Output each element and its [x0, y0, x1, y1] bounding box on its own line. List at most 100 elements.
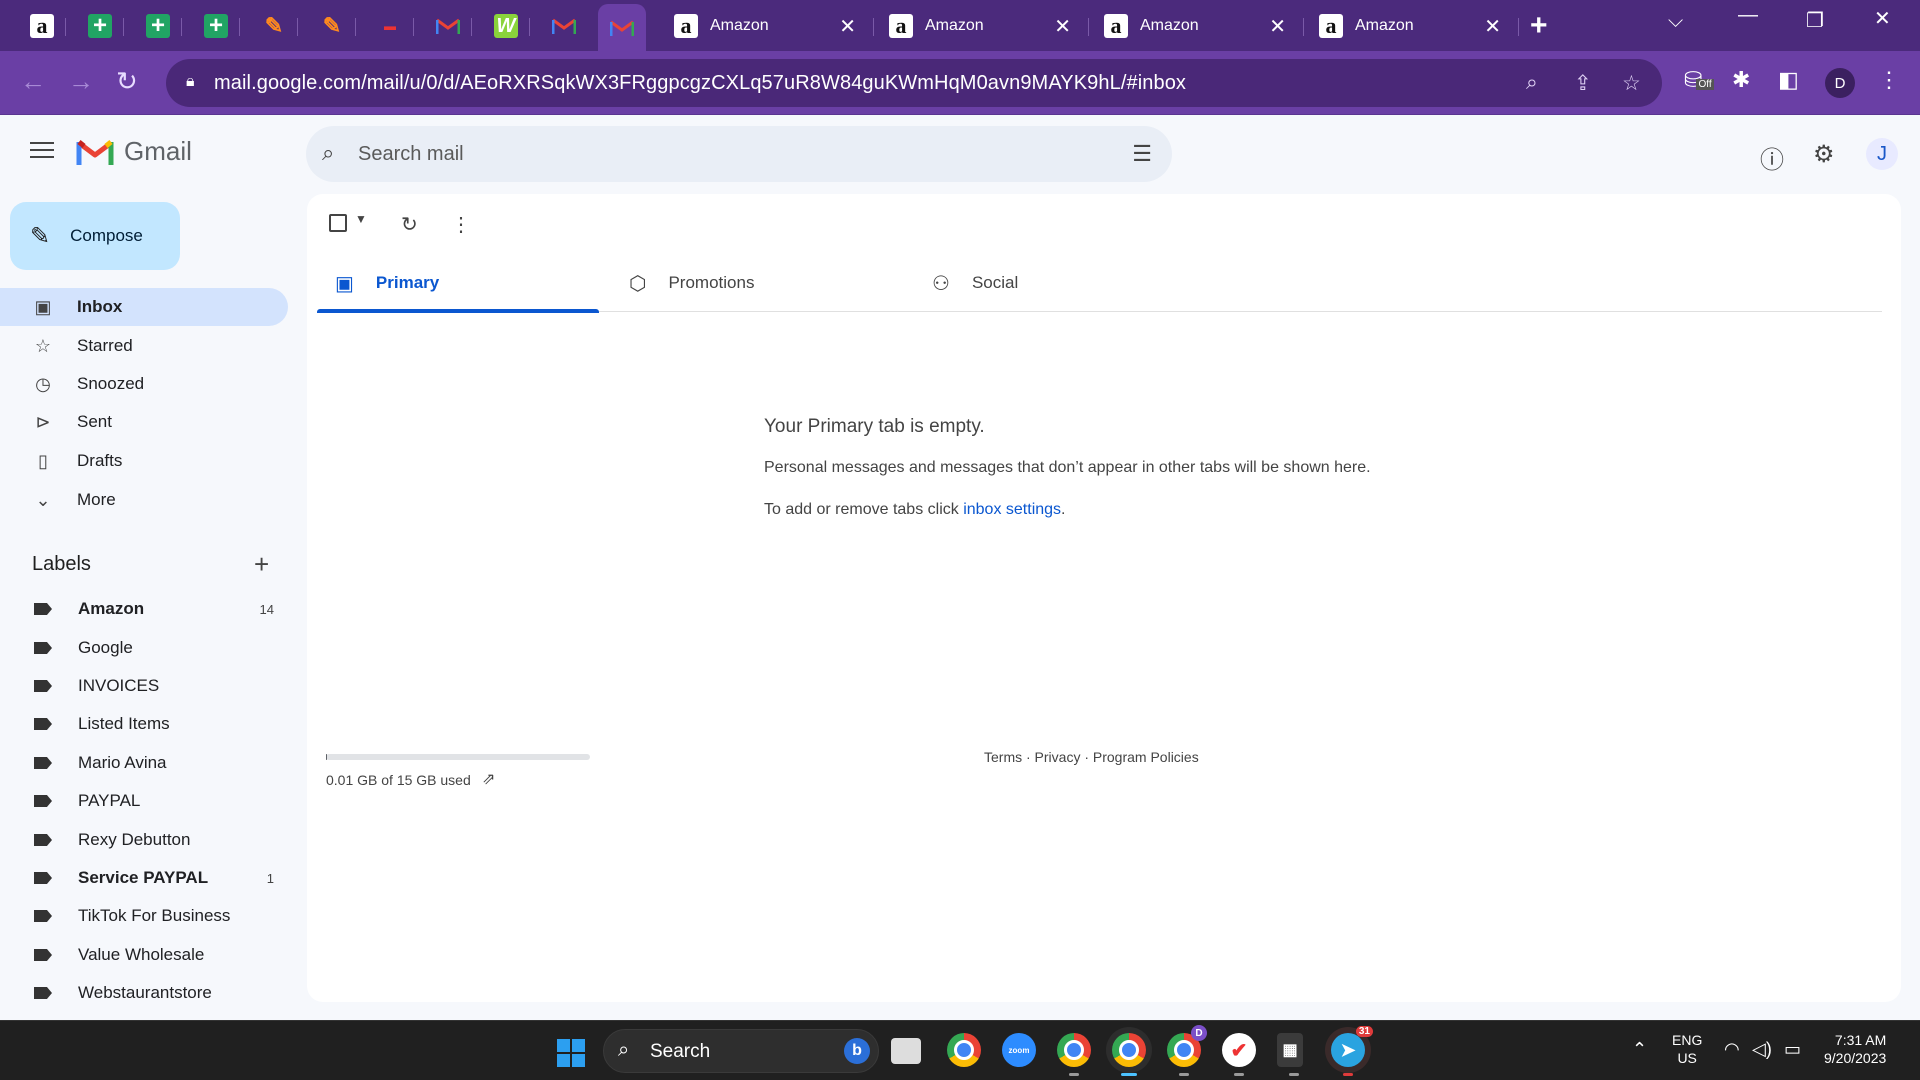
extension-off-icon[interactable]: ⛁Off — [1684, 67, 1714, 93]
tab-social[interactable]: ⚇ Social — [920, 254, 1202, 312]
label-item-mario-avina[interactable]: Mario Avina — [0, 745, 288, 781]
account-avatar[interactable]: J — [1866, 138, 1898, 170]
close-icon[interactable]: ✕ — [1269, 14, 1286, 39]
share-icon[interactable]: ⇪ — [1574, 71, 1592, 96]
browser-profile-avatar[interactable]: D — [1825, 68, 1855, 98]
chrome-profile-icon[interactable] — [1057, 1033, 1091, 1076]
wifi-icon[interactable]: ◠ — [1724, 1039, 1740, 1060]
label-item-paypal[interactable]: PAYPAL — [0, 783, 288, 819]
extensions-puzzle-icon[interactable]: ✱ — [1732, 67, 1750, 93]
battery-icon[interactable]: ▭ — [1784, 1039, 1801, 1060]
gmail-logo[interactable]: Gmail — [76, 136, 192, 167]
taskbar-search[interactable]: ⌕ Search b — [603, 1029, 879, 1073]
pinned-tab-pencil[interactable]: ✎ — [250, 6, 298, 46]
label-item-listed-items[interactable]: Listed Items — [0, 706, 288, 742]
refresh-icon[interactable]: ↻ — [401, 212, 418, 237]
add-label-icon[interactable]: + — [254, 549, 269, 580]
search-options-icon[interactable]: ☰ — [1132, 141, 1152, 167]
close-icon[interactable]: ✕ — [839, 14, 856, 39]
tab-search-chevron-icon[interactable]: ⌵ — [1668, 10, 1683, 33]
telegram-icon[interactable]: ➤ 31 — [1331, 1026, 1373, 1076]
search-icon: ⌕ — [618, 1039, 630, 1061]
open-storage-icon[interactable]: ⇗ — [482, 769, 495, 789]
forward-icon[interactable]: → — [68, 66, 94, 97]
pinned-tab-pencil[interactable]: ✎ — [308, 6, 356, 46]
window-close-icon[interactable]: ✕ — [1874, 6, 1891, 31]
help-icon[interactable]: ⓘ — [1760, 140, 1784, 175]
main-menu-icon[interactable] — [30, 142, 54, 163]
sidebar-item-drafts[interactable]: ▯ Drafts — [0, 442, 288, 480]
browser-menu-icon[interactable]: ⋮ — [1878, 67, 1900, 93]
zoom-icon[interactable]: ⌕ — [1526, 71, 1538, 95]
pinned-tab-sheets[interactable]: + — [192, 6, 240, 46]
language-indicator[interactable]: ENG US — [1672, 1031, 1702, 1067]
pinned-tab-gmail[interactable] — [540, 6, 588, 46]
windows-start-icon[interactable] — [557, 1039, 585, 1067]
calculator-icon[interactable]: ▦ — [1277, 1033, 1303, 1076]
sidebar-item-snoozed[interactable]: ◷ Snoozed — [0, 365, 288, 403]
reload-icon[interactable]: ↻ — [116, 66, 138, 97]
chrome-icon[interactable] — [947, 1033, 981, 1067]
side-panel-icon[interactable]: ◧ — [1778, 67, 1799, 93]
tab-primary[interactable]: ▣ Primary — [317, 254, 599, 313]
close-icon[interactable]: ✕ — [1484, 14, 1501, 39]
label-item-tiktok[interactable]: TikTok For Business — [0, 898, 288, 934]
label-tag-icon — [34, 834, 52, 846]
label-item-webstaurantstore[interactable]: Webstaurantstore — [0, 975, 288, 1011]
new-tab-icon[interactable]: + — [1530, 9, 1548, 43]
volume-icon[interactable]: ◁) — [1752, 1039, 1772, 1060]
label-item-rexy-debutton[interactable]: Rexy Debutton — [0, 822, 288, 858]
bing-icon[interactable]: b — [844, 1038, 870, 1064]
pinned-tab-red[interactable]: ▬ — [366, 6, 414, 46]
bookmark-star-icon[interactable]: ☆ — [1622, 71, 1641, 96]
pinned-tab-sheets[interactable]: + — [76, 6, 124, 46]
footer-links[interactable]: Terms · Privacy · Program Policies — [984, 749, 1199, 765]
sidebar-item-more[interactable]: ⌄ More — [0, 481, 288, 519]
sidebar-item-starred[interactable]: ☆ Starred — [0, 327, 288, 365]
chrome-active-icon[interactable] — [1112, 1033, 1146, 1076]
label-item-value-wholesale[interactable]: Value Wholesale — [0, 937, 288, 973]
tab-promotions[interactable]: ⬡ Promotions — [617, 254, 899, 312]
label-item-amazon[interactable]: Amazon 14 — [0, 591, 288, 627]
show-hidden-icons-chevron[interactable]: ⌃ — [1632, 1039, 1647, 1060]
settings-gear-icon[interactable]: ⚙ — [1813, 140, 1835, 169]
amazon-icon: a — [674, 14, 698, 38]
label-name: Google — [78, 638, 133, 657]
restore-icon[interactable]: ❐ — [1806, 8, 1824, 33]
label-item-service-paypal[interactable]: Service PAYPAL 1 — [0, 860, 288, 896]
pinned-tab-sheets[interactable]: + — [134, 6, 182, 46]
sidebar-item-sent[interactable]: ⊳ Sent — [0, 403, 288, 441]
browser-tab[interactable]: a Amazon ✕ — [1090, 6, 1304, 46]
label-name: Webstaurantstore — [78, 983, 212, 1002]
compose-button[interactable]: ✎ Compose — [10, 202, 180, 270]
minimize-icon[interactable]: — — [1738, 4, 1758, 27]
search-icon[interactable]: ⌕ — [322, 140, 334, 166]
address-bar[interactable]: 🔒︎ mail.google.com/mail/u/0/d/AEoRXRSqkW… — [166, 59, 1662, 107]
search-input[interactable] — [358, 138, 1058, 170]
system-clock[interactable]: 7:31 AM 9/20/2023 — [1824, 1031, 1886, 1067]
sidebar-item-inbox[interactable]: ▣ Inbox — [0, 288, 288, 326]
chrome-profile-d-icon[interactable]: D — [1167, 1025, 1207, 1076]
checkmark-app-icon[interactable]: ✔ — [1222, 1033, 1256, 1076]
more-actions-icon[interactable]: ⋮ — [451, 212, 471, 237]
pinned-tab-gmail-active[interactable] — [598, 4, 646, 51]
url-text[interactable]: mail.google.com/mail/u/0/d/AEoRXRSqkWX3F… — [214, 72, 1186, 95]
browser-tab[interactable]: a Amazon ✕ — [875, 6, 1089, 46]
label-name: Value Wholesale — [78, 945, 205, 964]
pinned-tab-gmail[interactable] — [424, 6, 472, 46]
pinned-tab-w[interactable]: W — [482, 6, 530, 46]
inbox-settings-link[interactable]: inbox settings — [963, 501, 1061, 518]
zoom-app-icon[interactable]: zoom — [1002, 1033, 1036, 1067]
label-item-google[interactable]: Google — [0, 630, 288, 666]
close-icon[interactable]: ✕ — [1054, 14, 1071, 39]
browser-tab[interactable]: a Amazon ✕ — [1305, 6, 1519, 46]
select-all-checkbox[interactable] — [329, 214, 347, 232]
task-view-icon[interactable] — [891, 1038, 921, 1064]
select-dropdown-icon[interactable]: ▼ — [355, 212, 367, 226]
pinned-tab-amazon[interactable]: a — [18, 6, 66, 46]
browser-tab[interactable]: a Amazon ✕ — [660, 6, 874, 46]
taskbar-search-label: Search — [650, 1041, 711, 1062]
back-icon[interactable]: ← — [20, 66, 46, 97]
label-item-invoices[interactable]: INVOICES — [0, 668, 288, 704]
empty-state-settings-suffix: . — [1061, 501, 1066, 518]
